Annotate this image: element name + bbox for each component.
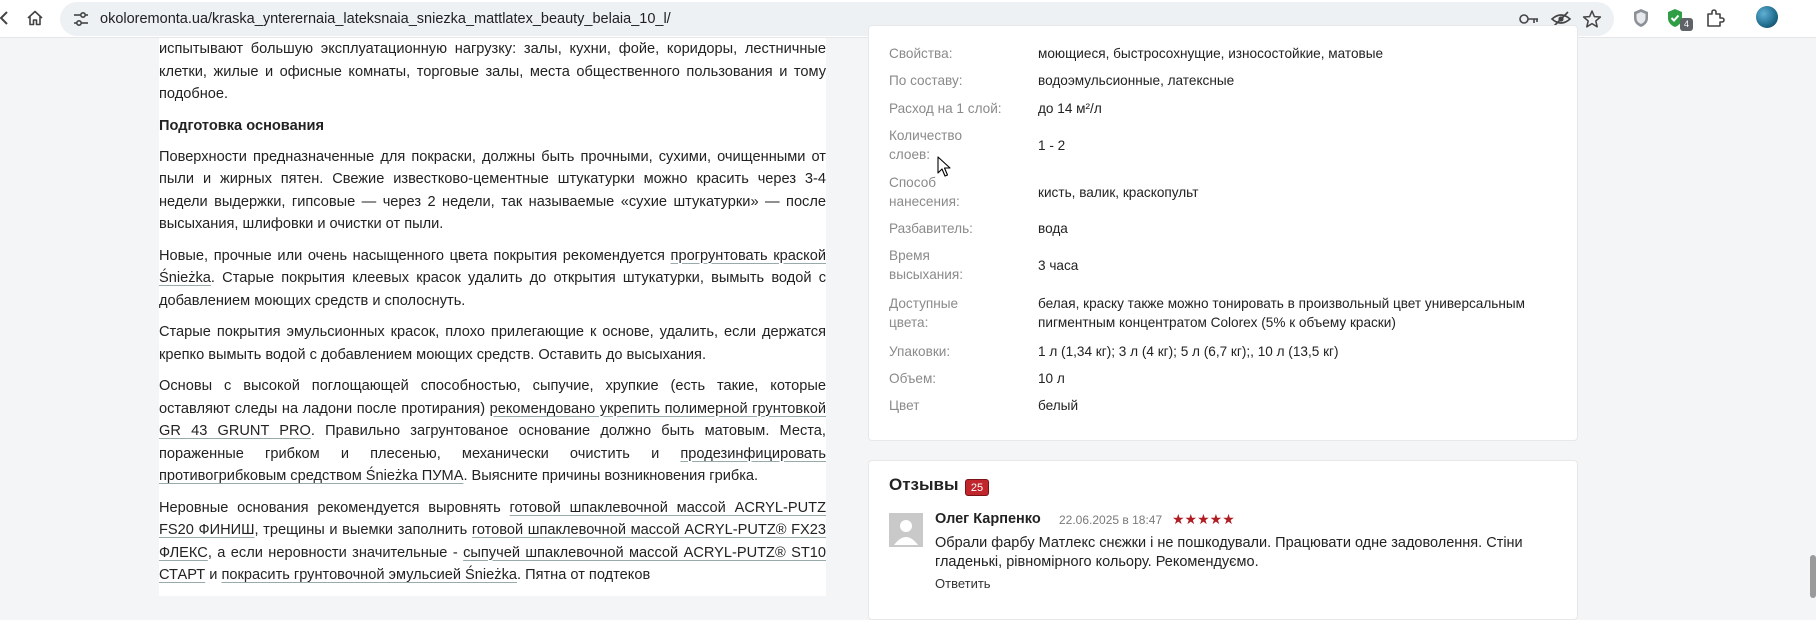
property-label: Упаковки:: [889, 344, 951, 359]
reply-button[interactable]: Ответить: [935, 576, 991, 591]
property-value: кисть, валик, краскопульт: [1038, 185, 1199, 200]
paragraph-old-coatings: Старые покрытия эмульсионных красок, пло…: [159, 324, 826, 363]
property-value: вода: [1038, 221, 1068, 236]
reviews-card: Отзывы 25 Олег Карпенко 22.06.2025 в 18:…: [868, 460, 1578, 620]
property-value: до 14 м²/л: [1038, 101, 1102, 116]
url-text[interactable]: okoloremonta.ua/kraska_ynterernaia_latek…: [100, 2, 671, 36]
user-silhouette-icon: [889, 513, 923, 547]
property-value: 1 - 2: [1038, 138, 1066, 153]
site-settings-icon[interactable]: [72, 10, 90, 28]
property-value: 3 часа: [1038, 258, 1079, 273]
page-scrollbar[interactable]: [1810, 555, 1816, 598]
section-heading-preparation: Подготовка основания: [159, 117, 324, 134]
property-value: водоэмульсионные, латексные: [1038, 73, 1235, 88]
property-label: Объем:: [889, 371, 937, 386]
property-value: моющиеся, быстросохнущие, износостойкие,…: [1038, 46, 1384, 61]
reviews-count-badge: 25: [965, 479, 989, 496]
review-rating-stars: ★★★★★: [1172, 511, 1235, 527]
property-label: Цвет: [889, 398, 920, 413]
property-label: Расход на 1 слой:: [889, 101, 1002, 116]
review-date: 22.06.2025 в 18:47: [1059, 513, 1163, 527]
property-label: Количество слоев:: [889, 128, 962, 162]
paragraph-usage: испытывают большую эксплуатационную нагр…: [159, 41, 826, 102]
paragraph-absorbent-bases: Основы с высокой поглощающей способность…: [159, 378, 826, 484]
paragraph-uneven-bases: Неровные основания рекомендуется выровня…: [159, 499, 827, 584]
properties-card: Свойства: моющиеся, быстросохнущие, изно…: [868, 25, 1578, 441]
shield-extension-icon[interactable]: [1629, 6, 1653, 30]
product-description: испытывают большую эксплуатационную нагр…: [159, 38, 826, 596]
property-value: 10 л: [1038, 371, 1065, 386]
mouse-cursor-icon: [937, 156, 951, 177]
puzzle-icon[interactable]: [1703, 6, 1727, 30]
property-value: белый: [1038, 398, 1079, 413]
extension-badge: 4: [1680, 18, 1693, 31]
profile-avatar[interactable]: [1756, 6, 1778, 28]
review-text: Обрали фарбу Матлекс снєжки і не пошкоду…: [935, 535, 1523, 570]
property-value: 1 л (1,34 кг); 3 л (4 кг); 5 л (6,7 кг);…: [1038, 344, 1339, 359]
property-label: По составу:: [889, 73, 963, 88]
property-label: Разбавитель:: [889, 221, 973, 236]
property-label: Доступные цвета:: [889, 296, 959, 330]
paragraph-surface: Поверхности предназначенные для покраски…: [159, 148, 826, 233]
property-label: Время высыхания:: [889, 248, 964, 282]
star-icon[interactable]: [1581, 9, 1603, 29]
property-label: Свойства:: [889, 46, 953, 61]
back-arrow-icon[interactable]: [0, 5, 18, 31]
property-value: белая, краску также можно тонировать в п…: [1038, 296, 1526, 330]
property-label: Способ нанесения:: [889, 175, 960, 209]
avatar: [889, 513, 923, 547]
link-primer-emulsion[interactable]: покрасить грунтовочной эмульсией Śnieżka: [221, 567, 517, 583]
review-author: Олег Карпенко: [935, 511, 1041, 527]
paragraph-new-coatings: Новые, прочные или очень насыщенного цве…: [159, 247, 826, 309]
home-icon[interactable]: [22, 5, 48, 31]
reviews-title: Отзывы: [889, 475, 959, 494]
